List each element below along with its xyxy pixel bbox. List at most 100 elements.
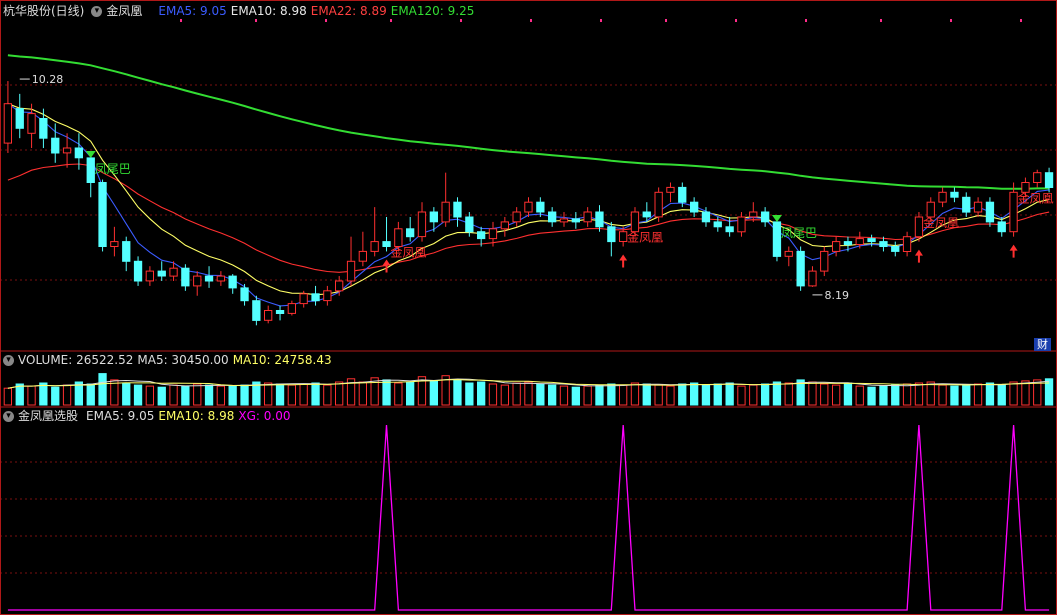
candle-up bbox=[524, 201, 533, 213]
volume-bar bbox=[985, 382, 995, 406]
volume-bar bbox=[548, 384, 557, 406]
volume-bar bbox=[51, 386, 60, 406]
signal-label: 金凤凰 bbox=[1018, 190, 1054, 205]
ema5-label: EMA5: 9.05 bbox=[158, 4, 227, 18]
volume-bar bbox=[749, 384, 758, 406]
candle-up bbox=[1033, 172, 1042, 183]
volume-bar bbox=[879, 385, 888, 406]
volume-bar bbox=[571, 386, 581, 406]
volume-bar bbox=[477, 381, 486, 406]
volume-bar bbox=[630, 382, 640, 406]
candle-down bbox=[74, 147, 83, 159]
volume-bar bbox=[193, 383, 202, 406]
candle-down bbox=[453, 201, 462, 218]
volume-bar bbox=[27, 385, 36, 406]
candle-down bbox=[240, 287, 249, 302]
period-marker bbox=[950, 19, 952, 22]
candle-down bbox=[997, 221, 1006, 233]
indicator-panel-title: 金凤凰选股 bbox=[18, 409, 79, 423]
volume-bar bbox=[512, 382, 521, 406]
candle-down bbox=[382, 241, 391, 248]
volume-bar bbox=[122, 382, 131, 406]
candle-down bbox=[133, 260, 143, 282]
volume-series bbox=[3, 373, 1054, 406]
xg-path bbox=[7, 424, 1050, 611]
volume-bar bbox=[820, 383, 829, 406]
candle-up bbox=[417, 211, 427, 238]
volume-bar bbox=[891, 384, 900, 406]
volume-bar bbox=[98, 373, 107, 406]
volume-bar bbox=[1009, 381, 1018, 406]
candle-down bbox=[252, 300, 261, 321]
volume-bar bbox=[465, 382, 474, 406]
volume-bar bbox=[678, 383, 687, 406]
candle-down bbox=[39, 118, 48, 139]
candle-down bbox=[1044, 172, 1054, 188]
candle-up bbox=[500, 221, 510, 230]
period-marker bbox=[665, 19, 667, 22]
volume-bar bbox=[406, 381, 415, 406]
candle-up bbox=[749, 211, 758, 218]
volume-toggle-icon[interactable]: ▾ bbox=[3, 354, 14, 366]
volume-ma10-label: MA10: 24758.43 bbox=[232, 353, 332, 367]
period-marker bbox=[255, 19, 257, 22]
sell-arrow-icon bbox=[771, 214, 782, 222]
candle-up bbox=[323, 290, 332, 302]
volume-bar bbox=[761, 383, 770, 406]
candle-down bbox=[725, 226, 734, 233]
candle-up bbox=[938, 191, 947, 203]
indicator-legend: ▾ 金凤凰选股 EMA5: 9.05 EMA10: 8.98 XG: 0.00 bbox=[0, 408, 294, 424]
volume-bar bbox=[973, 383, 983, 406]
finance-badge[interactable]: 财 bbox=[1034, 338, 1051, 351]
candle-down bbox=[228, 275, 237, 289]
volume-bar bbox=[39, 382, 48, 406]
candle-up bbox=[169, 267, 178, 277]
volume-bar bbox=[169, 384, 178, 406]
volume-bar bbox=[950, 385, 959, 406]
candle-down bbox=[429, 211, 439, 223]
candle-down bbox=[879, 241, 888, 248]
candle-down bbox=[157, 270, 166, 277]
candle-up bbox=[855, 238, 864, 246]
candle-down bbox=[51, 137, 60, 154]
volume-bar bbox=[204, 384, 214, 406]
ema120-label: EMA120: 9.25 bbox=[390, 4, 475, 18]
candle-down bbox=[204, 275, 214, 282]
ema120-line bbox=[7, 54, 1050, 190]
candle-up bbox=[512, 211, 521, 223]
candle-up bbox=[62, 147, 72, 154]
candle-down bbox=[642, 211, 651, 218]
buy-arrow-icon bbox=[1009, 244, 1018, 258]
ema10-label: EMA10: 8.98 bbox=[230, 4, 307, 18]
volume-bar bbox=[488, 383, 498, 406]
candle-down bbox=[891, 246, 900, 252]
candle-down bbox=[678, 186, 687, 203]
candle-up bbox=[193, 275, 202, 287]
period-marker bbox=[390, 19, 392, 22]
candle-down bbox=[122, 241, 131, 262]
indicator-toggle-icon[interactable]: ▾ bbox=[91, 5, 103, 17]
candle-up bbox=[394, 228, 403, 248]
candle-up bbox=[914, 216, 924, 238]
volume-bar bbox=[654, 384, 663, 406]
volume-label: VOLUME: 26522.52 bbox=[18, 353, 134, 367]
candle-down bbox=[86, 157, 95, 183]
top-marks bbox=[180, 19, 1022, 22]
buy-arrow-icon bbox=[914, 249, 923, 263]
candle-down bbox=[465, 216, 474, 233]
volume-bar bbox=[299, 383, 308, 406]
candle-down bbox=[843, 241, 853, 246]
signal-annotations: 10.288.19凤尾巴凤尾巴金凤凰金凤凰金凤凰金凤凰 bbox=[19, 73, 1054, 302]
volume-bar bbox=[145, 385, 154, 406]
signal-label: 金凤凰 bbox=[391, 245, 427, 260]
volume-bar bbox=[228, 385, 237, 406]
candle-up bbox=[1009, 191, 1018, 233]
period-marker bbox=[530, 19, 532, 22]
volume-bar bbox=[133, 384, 143, 406]
volume-bar bbox=[737, 385, 746, 406]
volume-bar bbox=[240, 384, 249, 406]
candle-down bbox=[595, 211, 604, 228]
indicator-panel-toggle-icon[interactable]: ▾ bbox=[3, 410, 14, 422]
period-marker bbox=[880, 19, 882, 22]
indicator-xg-label: XG: 0.00 bbox=[238, 409, 291, 423]
